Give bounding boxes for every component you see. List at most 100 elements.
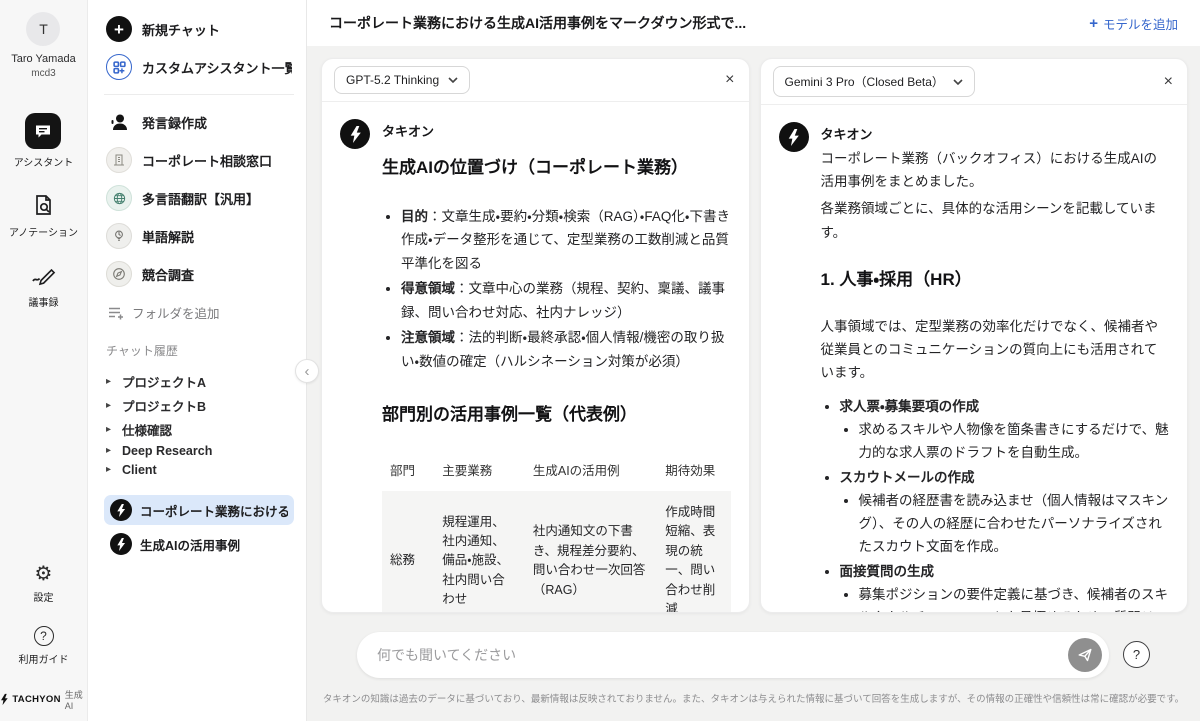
chevron-right-icon: ▸ xyxy=(106,376,116,387)
page-title: コーポレート業務における生成AI活用事例をマークダウン形式で... xyxy=(329,13,746,33)
assistant-name: タキオン xyxy=(821,120,1170,143)
tachyon-bolt-icon xyxy=(0,693,8,706)
folder-label: 仕様確認 xyxy=(122,420,172,439)
plus-icon: + xyxy=(1089,16,1098,31)
app-logo: TACHYON 生成AI xyxy=(0,680,87,721)
panel-gemini: Gemini 3 Pro（Closed Beta） × タキオン コーポレート業… xyxy=(760,58,1189,613)
folder-deep-research[interactable]: ▸ Deep Research xyxy=(104,441,294,460)
assistant-item-speech-log[interactable]: 発言録作成 xyxy=(104,103,294,141)
rail-item-assistant[interactable]: アシスタント xyxy=(14,113,74,169)
gear-icon: ⚙ xyxy=(34,564,54,584)
send-icon xyxy=(1077,647,1093,663)
assistant-label: 多言語翻訳【汎用】 xyxy=(142,189,259,208)
list-item: 求人票・募集要項の作成 求めるスキルや人物像を箇条書きにするだけで、魅力的な求人… xyxy=(840,396,1170,465)
assistant-name: タキオン xyxy=(382,117,731,140)
message-input-container[interactable] xyxy=(357,632,1109,678)
main-header: コーポレート業務における生成AI活用事例をマークダウン形式で... + モデルを… xyxy=(307,0,1200,46)
folder-project-b[interactable]: ▸ プロジェクトB xyxy=(104,393,294,417)
chevron-right-icon: ▸ xyxy=(106,445,116,456)
add-folder-label: フォルダを追加 xyxy=(132,303,220,322)
rail-item-guide[interactable]: ? 利用ガイド xyxy=(19,626,69,666)
disclaimer-text: タキオンの知識は過去のデータに基づいており、最新情報は反映されておりません。また… xyxy=(313,691,1194,705)
model-selector-gpt[interactable]: GPT-5.2 Thinking xyxy=(334,66,470,94)
folder-label: プロジェクトA xyxy=(122,372,206,391)
folder-spec-check[interactable]: ▸ 仕様確認 xyxy=(104,417,294,441)
list-plus-icon xyxy=(108,306,124,320)
avatar[interactable]: T xyxy=(26,12,60,46)
qr-grid-icon xyxy=(106,54,132,80)
model-panels: GPT-5.2 Thinking × タキオン 生成AIの位置づけ（コーポレート… xyxy=(307,46,1200,613)
model-name: GPT-5.2 Thinking xyxy=(346,73,439,87)
assistant-label: 発言録作成 xyxy=(142,113,207,132)
chevron-right-icon: ▸ xyxy=(106,464,116,475)
panel-gpt: GPT-5.2 Thinking × タキオン 生成AIの位置づけ（コーポレート… xyxy=(321,58,750,613)
assistant-label: 競合調査 xyxy=(142,265,194,284)
compass-icon xyxy=(106,261,132,287)
panel-header: GPT-5.2 Thinking × xyxy=(322,59,749,102)
new-chat-button[interactable]: + 新規チャット xyxy=(104,10,294,48)
custom-assistant-list-button[interactable]: カスタムアシスタント一覧 xyxy=(104,48,294,86)
doc-search-icon xyxy=(31,193,57,219)
plus-icon: + xyxy=(106,16,132,42)
assistant-label: コーポレート相談窓口 xyxy=(142,151,272,170)
close-panel-icon[interactable]: × xyxy=(725,72,734,88)
bullet-list: 求人票・募集要項の作成 求めるスキルや人物像を箇条書きにするだけで、魅力的な求人… xyxy=(821,396,1170,612)
add-folder-button[interactable]: フォルダを追加 xyxy=(104,293,294,326)
folder-project-a[interactable]: ▸ プロジェクトA xyxy=(104,369,294,393)
bulb-icon xyxy=(106,223,132,249)
sidebar-collapse-button[interactable]: ‹ xyxy=(295,359,319,383)
new-chat-label: 新規チャット xyxy=(142,20,220,39)
rail-item-label: アシスタント xyxy=(14,154,74,169)
panel-header: Gemini 3 Pro（Closed Beta） × xyxy=(761,59,1188,105)
tachyon-bolt-icon xyxy=(110,499,132,521)
list-subitem: 募集ポジションの要件定義に基づき、候補者のスキルやカルチャーフィットを見極めるた… xyxy=(859,584,1170,612)
assistant-item-translation[interactable]: 多言語翻訳【汎用】 xyxy=(104,179,294,217)
usecase-table: 部門 主要業務 生成AIの活用例 期待効果 総務 規程運用、社内通知、備品・施設… xyxy=(382,454,731,612)
rail-item-label: 議事録 xyxy=(29,294,59,309)
avatar-initial: T xyxy=(39,21,48,37)
panel-body[interactable]: タキオン コーポレート業務（バックオフィス）における生成AIの活用事例をまとめま… xyxy=(761,105,1188,612)
tachyon-avatar-icon xyxy=(340,119,370,149)
help-button[interactable]: ? xyxy=(1123,641,1150,668)
table-header-row: 部門 主要業務 生成AIの活用例 期待効果 xyxy=(382,454,731,491)
section-heading: 1. 人事・採用（HR） xyxy=(821,268,1170,293)
chat-item-corporate[interactable]: コーポレート業務における生... xyxy=(104,495,294,525)
pen-icon xyxy=(31,263,57,289)
folder-label: Client xyxy=(122,463,157,477)
list-subitem: 候補者の経歴書を読み込ませ（個人情報はマスキング）、その人の経歴に合わせたパーソ… xyxy=(859,490,1170,559)
chevron-right-icon: ▸ xyxy=(106,424,116,435)
send-button[interactable] xyxy=(1068,638,1102,672)
message-input[interactable] xyxy=(377,647,1068,663)
tachyon-bolt-icon xyxy=(110,533,132,555)
chat-history-heading: チャット履歴 xyxy=(106,342,294,359)
close-panel-icon[interactable]: × xyxy=(1164,74,1173,90)
rail-item-label: 設定 xyxy=(34,589,54,604)
message-text: 各業務領域ごとに、具体的な活用シーンを記載しています。 xyxy=(821,197,1170,243)
user-name: Taro Yamada xyxy=(11,53,75,65)
user-profile[interactable]: T Taro Yamada mcd3 xyxy=(11,0,75,79)
assistant-item-word-explain[interactable]: 単語解説 xyxy=(104,217,294,255)
rail-item-settings[interactable]: ⚙ 設定 xyxy=(34,564,54,604)
left-rail: T Taro Yamada mcd3 アシスタント アノテーション xyxy=(0,0,88,721)
chat-item-usecases[interactable]: 生成AIの活用事例 xyxy=(104,529,294,559)
folder-client[interactable]: ▸ Client xyxy=(104,460,294,479)
assistant-label: 単語解説 xyxy=(142,227,194,246)
assistant-item-corporate-desk[interactable]: コーポレート相談窓口 xyxy=(104,141,294,179)
divider xyxy=(104,94,294,95)
add-model-button[interactable]: + モデルを追加 xyxy=(1089,14,1178,33)
assistant-item-competitor-research[interactable]: 競合調査 xyxy=(104,255,294,293)
person-mic-icon xyxy=(106,109,132,135)
model-name: Gemini 3 Pro（Closed Beta） xyxy=(785,73,944,90)
panel-body[interactable]: タキオン 生成AIの位置づけ（コーポレート業務） 目的：文章生成・要約・分類・検… xyxy=(322,102,749,612)
globe-icon xyxy=(106,185,132,211)
bullet-list: 目的：文章生成・要約・分類・検索（RAG）・FAQ化・下書き作成・データ整形を通… xyxy=(382,205,731,373)
list-item: 得意領域：文章中心の業務（規程、契約、稟議、議事録、問い合わせ対応、社内ナレッジ… xyxy=(401,277,731,324)
chat-bubble-icon xyxy=(25,113,61,149)
list-subitem: 求めるスキルや人物像を箇条書きにするだけで、魅力的な求人票のドラフトを自動生成。 xyxy=(859,419,1170,465)
section-heading: 生成AIの位置づけ（コーポレート業務） xyxy=(382,156,731,181)
model-selector-gemini[interactable]: Gemini 3 Pro（Closed Beta） xyxy=(773,66,975,97)
list-item: 注意領域：法的判断・最終承認・個人情報/機密の取り扱い・数値の確定（ハルシネーシ… xyxy=(401,326,731,373)
rail-item-minutes[interactable]: 議事録 xyxy=(29,263,59,309)
chevron-down-icon xyxy=(953,79,963,85)
rail-item-annotation[interactable]: アノテーション xyxy=(9,193,78,239)
